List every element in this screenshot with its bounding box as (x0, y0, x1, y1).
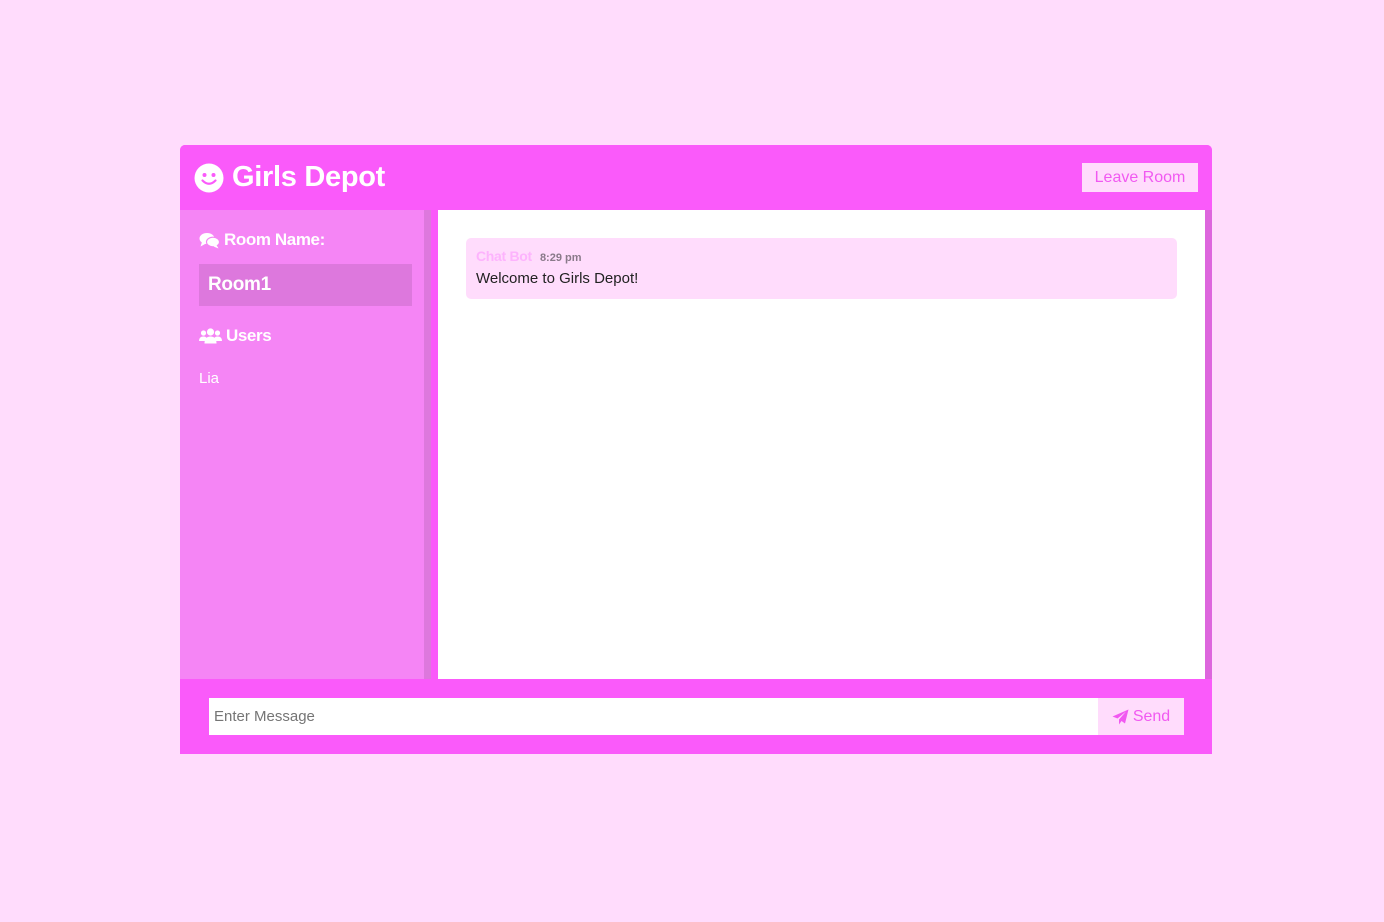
sidebar: Room Name: Room1 Users Lia (180, 210, 431, 679)
chat-container: Girls Depot Leave Room Room Name: Room1 (180, 145, 1212, 754)
room-name-heading-label: Room Name: (224, 230, 325, 249)
room-name: Room1 (199, 264, 412, 306)
message-text: Welcome to Girls Depot! (476, 270, 639, 287)
brand: Girls Depot (194, 161, 385, 194)
users-heading-label: Users (226, 326, 272, 345)
user-item: Lia (199, 370, 220, 387)
chat-header: Girls Depot Leave Room (180, 145, 1212, 210)
send-label: Send (1132, 707, 1171, 725)
message-form: Send (180, 679, 1212, 754)
room-name-heading: Room Name: (199, 230, 405, 250)
paper-plane-icon (1112, 709, 1129, 725)
leave-room-button[interactable]: Leave Room (1082, 163, 1198, 192)
users-heading: Users (199, 326, 405, 346)
user-list: Lia (199, 370, 405, 387)
chat-messages: Chat Bot 8:29 pm Welcome to Girls Depot! (438, 210, 1205, 679)
message-time: 8:29 pm (539, 252, 582, 264)
smile-icon (194, 163, 224, 193)
message-author: Chat Bot (476, 248, 532, 264)
comments-icon (199, 232, 220, 249)
message-meta: Chat Bot 8:29 pm (476, 248, 1167, 264)
message: Chat Bot 8:29 pm Welcome to Girls Depot! (466, 238, 1177, 299)
message-input[interactable] (209, 698, 1098, 735)
users-icon (199, 328, 222, 344)
send-button[interactable]: Send (1098, 698, 1184, 735)
app-title: Girls Depot (232, 161, 385, 193)
scrollbar-track (1205, 210, 1212, 679)
